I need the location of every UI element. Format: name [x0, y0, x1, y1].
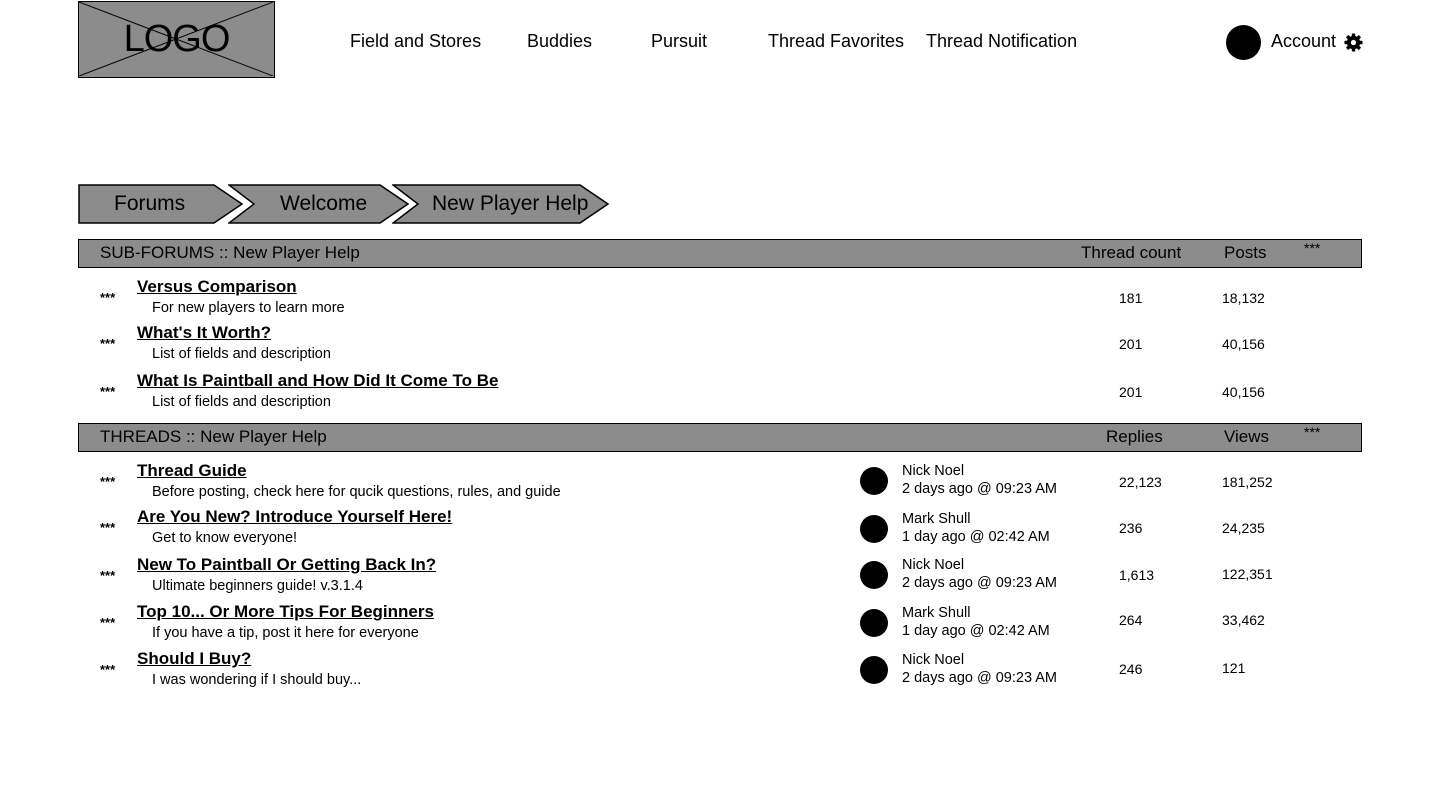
poster-avatar[interactable]	[860, 515, 888, 543]
thread-title-link[interactable]: Should I Buy?	[137, 649, 251, 669]
thread-row: *** Should I Buy? I was wondering if I s…	[78, 649, 1362, 695]
row-marker: ***	[100, 336, 116, 351]
thread-description: Before posting, check here for qucik que…	[152, 484, 561, 500]
threads-title: THREADS :: New Player Help	[100, 427, 327, 446]
thread-description: I was wondering if I should buy...	[152, 672, 362, 688]
subforum-title-link[interactable]: Versus Comparison	[137, 277, 297, 297]
poster-name[interactable]: Nick Noel	[902, 556, 1057, 574]
breadcrumb-label: Welcome	[280, 192, 368, 215]
nav-thread-favorites[interactable]: Thread Favorites	[768, 31, 904, 52]
options-column-header[interactable]: ***	[1304, 240, 1320, 256]
row-marker: ***	[100, 662, 116, 677]
thread-count-column-header[interactable]: Thread count	[1081, 243, 1181, 263]
breadcrumb-forums[interactable]: Forums	[78, 184, 246, 224]
thread-row: *** Top 10... Or More Tips For Beginners…	[78, 602, 1362, 648]
thread-description: Get to know everyone!	[152, 530, 298, 546]
post-timestamp: 2 days ago @ 09:23 AM	[902, 481, 1057, 497]
poster-name[interactable]: Mark Shull	[902, 510, 1050, 528]
post-timestamp: 2 days ago @ 09:23 AM	[902, 670, 1057, 686]
subforums-title: SUB-FORUMS :: New Player Help	[100, 243, 360, 262]
subforum-row: *** What's It Worth? List of fields and …	[78, 323, 1362, 369]
nav-buddies[interactable]: Buddies	[527, 31, 592, 52]
breadcrumb-label: Forums	[114, 192, 186, 215]
subforum-description: For new players to learn more	[152, 300, 345, 316]
row-marker: ***	[100, 384, 116, 399]
view-count: 122,351	[1222, 566, 1273, 582]
thread-row: *** New To Paintball Or Getting Back In?…	[78, 555, 1362, 601]
last-post-info: Mark Shull 1 day ago @ 02:42 AM	[902, 604, 1050, 640]
thread-title-link[interactable]: Top 10... Or More Tips For Beginners	[137, 602, 434, 622]
post-timestamp: 1 day ago @ 02:42 AM	[902, 529, 1050, 545]
breadcrumb-new-player-help[interactable]: New Player Help	[392, 184, 612, 224]
poster-avatar[interactable]	[860, 467, 888, 495]
reply-count: 246	[1119, 661, 1143, 677]
poster-avatar[interactable]	[860, 656, 888, 684]
subforum-description: List of fields and description	[152, 346, 331, 362]
gear-icon[interactable]	[1344, 33, 1363, 52]
post-count: 40,156	[1222, 336, 1265, 352]
views-column-header[interactable]: Views	[1224, 427, 1269, 447]
account-link[interactable]: Account	[1271, 31, 1336, 52]
view-count: 121	[1222, 660, 1246, 676]
reply-count: 22,123	[1119, 474, 1162, 490]
subforums-header: SUB-FORUMS :: New Player Help Thread cou…	[78, 239, 1362, 268]
nav-thread-notification[interactable]: Thread Notification	[926, 31, 1077, 52]
poster-name[interactable]: Mark Shull	[902, 604, 1050, 622]
last-post-info: Mark Shull 1 day ago @ 02:42 AM	[902, 510, 1050, 546]
reply-count: 264	[1119, 612, 1143, 628]
subforum-title-link[interactable]: What's It Worth?	[137, 323, 271, 343]
account-avatar[interactable]	[1226, 25, 1261, 60]
view-count: 181,252	[1222, 474, 1273, 490]
threads-header: THREADS :: New Player Help Replies Views…	[78, 423, 1362, 452]
subforum-row: *** Versus Comparison For new players to…	[78, 277, 1362, 323]
post-count: 18,132	[1222, 290, 1265, 306]
row-marker: ***	[100, 290, 116, 305]
subforum-title-link[interactable]: What Is Paintball and How Did It Come To…	[137, 371, 498, 391]
last-post-info: Nick Noel 2 days ago @ 09:23 AM	[902, 651, 1057, 687]
post-timestamp: 2 days ago @ 09:23 AM	[902, 575, 1057, 591]
subforum-description: List of fields and description	[152, 394, 331, 410]
logo-text: LOGO	[123, 18, 231, 60]
thread-description: If you have a tip, post it here for ever…	[152, 625, 419, 641]
last-post-info: Nick Noel 2 days ago @ 09:23 AM	[902, 462, 1057, 498]
thread-row: *** Thread Guide Before posting, check h…	[78, 461, 1362, 507]
poster-name[interactable]: Nick Noel	[902, 651, 1057, 669]
row-marker: ***	[100, 615, 116, 630]
poster-avatar[interactable]	[860, 609, 888, 637]
thread-count: 201	[1119, 336, 1143, 352]
thread-title-link[interactable]: Thread Guide	[137, 461, 247, 481]
thread-description: Ultimate beginners guide! v.3.1.4	[152, 578, 363, 594]
thread-title-link[interactable]: New To Paintball Or Getting Back In?	[137, 555, 436, 575]
reply-count: 1,613	[1119, 567, 1155, 583]
thread-count: 201	[1119, 384, 1143, 400]
options-column-header[interactable]: ***	[1304, 424, 1320, 440]
nav-field-and-stores[interactable]: Field and Stores	[350, 31, 481, 52]
poster-name[interactable]: Nick Noel	[902, 462, 1057, 480]
thread-title-link[interactable]: Are You New? Introduce Yourself Here!	[137, 507, 452, 527]
thread-row: *** Are You New? Introduce Yourself Here…	[78, 507, 1362, 553]
view-count: 33,462	[1222, 612, 1265, 628]
row-marker: ***	[100, 520, 116, 535]
nav-pursuit[interactable]: Pursuit	[651, 31, 707, 52]
replies-column-header[interactable]: Replies	[1106, 427, 1163, 447]
breadcrumb-label: New Player Help	[432, 192, 589, 215]
view-count: 24,235	[1222, 520, 1265, 536]
posts-column-header[interactable]: Posts	[1224, 243, 1267, 263]
breadcrumb-welcome[interactable]: Welcome	[228, 184, 412, 224]
row-marker: ***	[100, 568, 116, 583]
reply-count: 236	[1119, 520, 1143, 536]
last-post-info: Nick Noel 2 days ago @ 09:23 AM	[902, 556, 1057, 592]
thread-count: 181	[1119, 290, 1143, 306]
subforum-row: *** What Is Paintball and How Did It Com…	[78, 371, 1362, 417]
row-marker: ***	[100, 474, 116, 489]
logo[interactable]: LOGO	[78, 1, 275, 78]
post-count: 40,156	[1222, 384, 1265, 400]
post-timestamp: 1 day ago @ 02:42 AM	[902, 623, 1050, 639]
poster-avatar[interactable]	[860, 561, 888, 589]
